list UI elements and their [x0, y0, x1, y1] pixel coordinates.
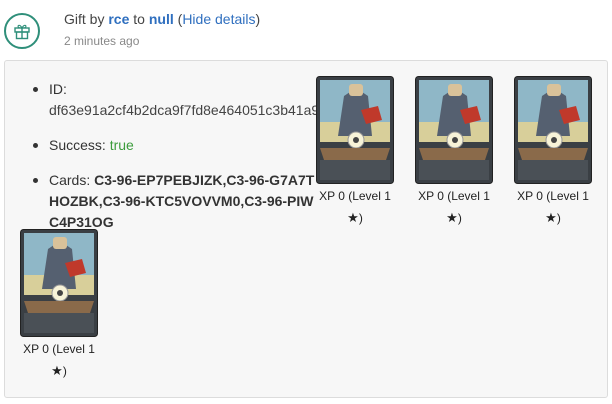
star-icon: ★: [347, 210, 359, 225]
card-xp-label: XP 0 (Level 1 ★): [418, 189, 490, 225]
gift-icon: [14, 24, 30, 40]
cards-item: Cards: C3-96-EP7PEBJIZK,C3-96-G7A7THOZBK…: [31, 170, 321, 233]
success-value: true: [109, 137, 134, 153]
gift-by-label: Gift by: [64, 11, 105, 27]
card-item[interactable]: XP 0 (Level 1 ★): [315, 76, 395, 229]
hide-details-link[interactable]: Hide details: [182, 11, 255, 27]
id-value: df63e91a2cf4b2dca9f7fd8e464051c3b41a9: [49, 102, 320, 118]
to-label: to: [133, 11, 145, 27]
star-icon: ★: [51, 363, 63, 378]
star-icon: ★: [545, 210, 557, 225]
success-item: Success: true: [31, 135, 321, 156]
card-image: [415, 76, 493, 184]
cards-label: Cards:: [49, 172, 91, 188]
star-icon: ★: [446, 210, 458, 225]
sender-link[interactable]: rce: [108, 11, 129, 27]
card-item[interactable]: XP 0 (Level 1 ★): [414, 76, 494, 229]
card-image: [514, 76, 592, 184]
timestamp: 2 minutes ago: [64, 34, 140, 48]
card-xp-label: XP 0 (Level 1 ★): [319, 189, 391, 225]
gift-header: Gift by rce to null (Hide details): [64, 11, 260, 27]
details-list: ID: df63e91a2cf4b2dca9f7fd8e464051c3b41a…: [31, 79, 321, 247]
card-image: [20, 229, 98, 337]
card-item[interactable]: XP 0 (Level 1 ★): [19, 229, 99, 382]
id-label: ID:: [49, 81, 67, 97]
gift-icon-badge: [4, 13, 40, 49]
card-item[interactable]: XP 0 (Level 1 ★): [513, 76, 593, 229]
card-xp-label: XP 0 (Level 1 ★): [23, 342, 95, 378]
card-xp-label: XP 0 (Level 1 ★): [517, 189, 589, 225]
id-item: ID: df63e91a2cf4b2dca9f7fd8e464051c3b41a…: [31, 79, 321, 121]
recipient-link[interactable]: null: [149, 11, 174, 27]
close-paren: ): [255, 11, 261, 27]
success-label: Success:: [49, 137, 106, 153]
card-image: [316, 76, 394, 184]
details-panel: ID: df63e91a2cf4b2dca9f7fd8e464051c3b41a…: [4, 60, 608, 398]
